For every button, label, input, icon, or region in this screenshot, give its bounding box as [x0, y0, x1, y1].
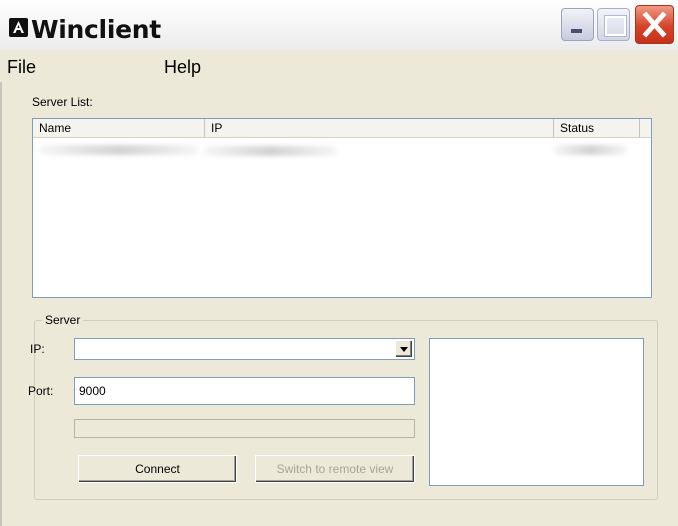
port-label: Port: [28, 384, 54, 398]
column-header-name[interactable]: Name [33, 119, 205, 137]
server-preview-panel [429, 338, 644, 486]
dialog-content: Server List: Name IP Status Server IP: P… [10, 82, 672, 522]
window-title: Winclient [31, 15, 161, 44]
minimize-button[interactable] [561, 8, 594, 41]
redacted-status [553, 145, 628, 155]
window-left-border [0, 82, 2, 526]
server-group-title: Server [42, 313, 84, 327]
redacted-ip [203, 146, 338, 156]
redacted-name [39, 145, 199, 155]
switch-to-remote-view-button[interactable]: Switch to remote view [255, 455, 415, 483]
winclient-window: Winclient File Help Server List: Name IP… [0, 0, 678, 526]
server-list-label: Server List: [32, 95, 93, 109]
maximize-button[interactable] [597, 8, 630, 41]
ip-label: IP: [30, 342, 45, 356]
minimize-icon [571, 29, 582, 33]
menu-bar: File Help [0, 50, 678, 82]
connect-button[interactable]: Connect [78, 455, 237, 483]
close-icon [642, 11, 667, 38]
server-list[interactable]: Name IP Status [32, 118, 652, 298]
ip-dropdown-button[interactable] [395, 340, 413, 358]
close-button[interactable] [635, 5, 674, 44]
menu-help[interactable]: Help [164, 57, 201, 78]
maximize-icon [605, 16, 626, 36]
server-list-header: Name IP Status [33, 119, 651, 138]
ip-combobox[interactable] [74, 338, 415, 360]
menu-file[interactable]: File [7, 57, 36, 78]
title-bar[interactable]: Winclient [0, 0, 678, 50]
port-input[interactable] [74, 377, 415, 405]
column-header-status[interactable]: Status [554, 119, 640, 137]
column-header-ip[interactable]: IP [205, 119, 554, 137]
chevron-down-icon [400, 347, 408, 352]
connection-progress-bar [74, 419, 415, 438]
app-logo-icon [9, 18, 28, 37]
server-list-row[interactable] [33, 141, 651, 159]
